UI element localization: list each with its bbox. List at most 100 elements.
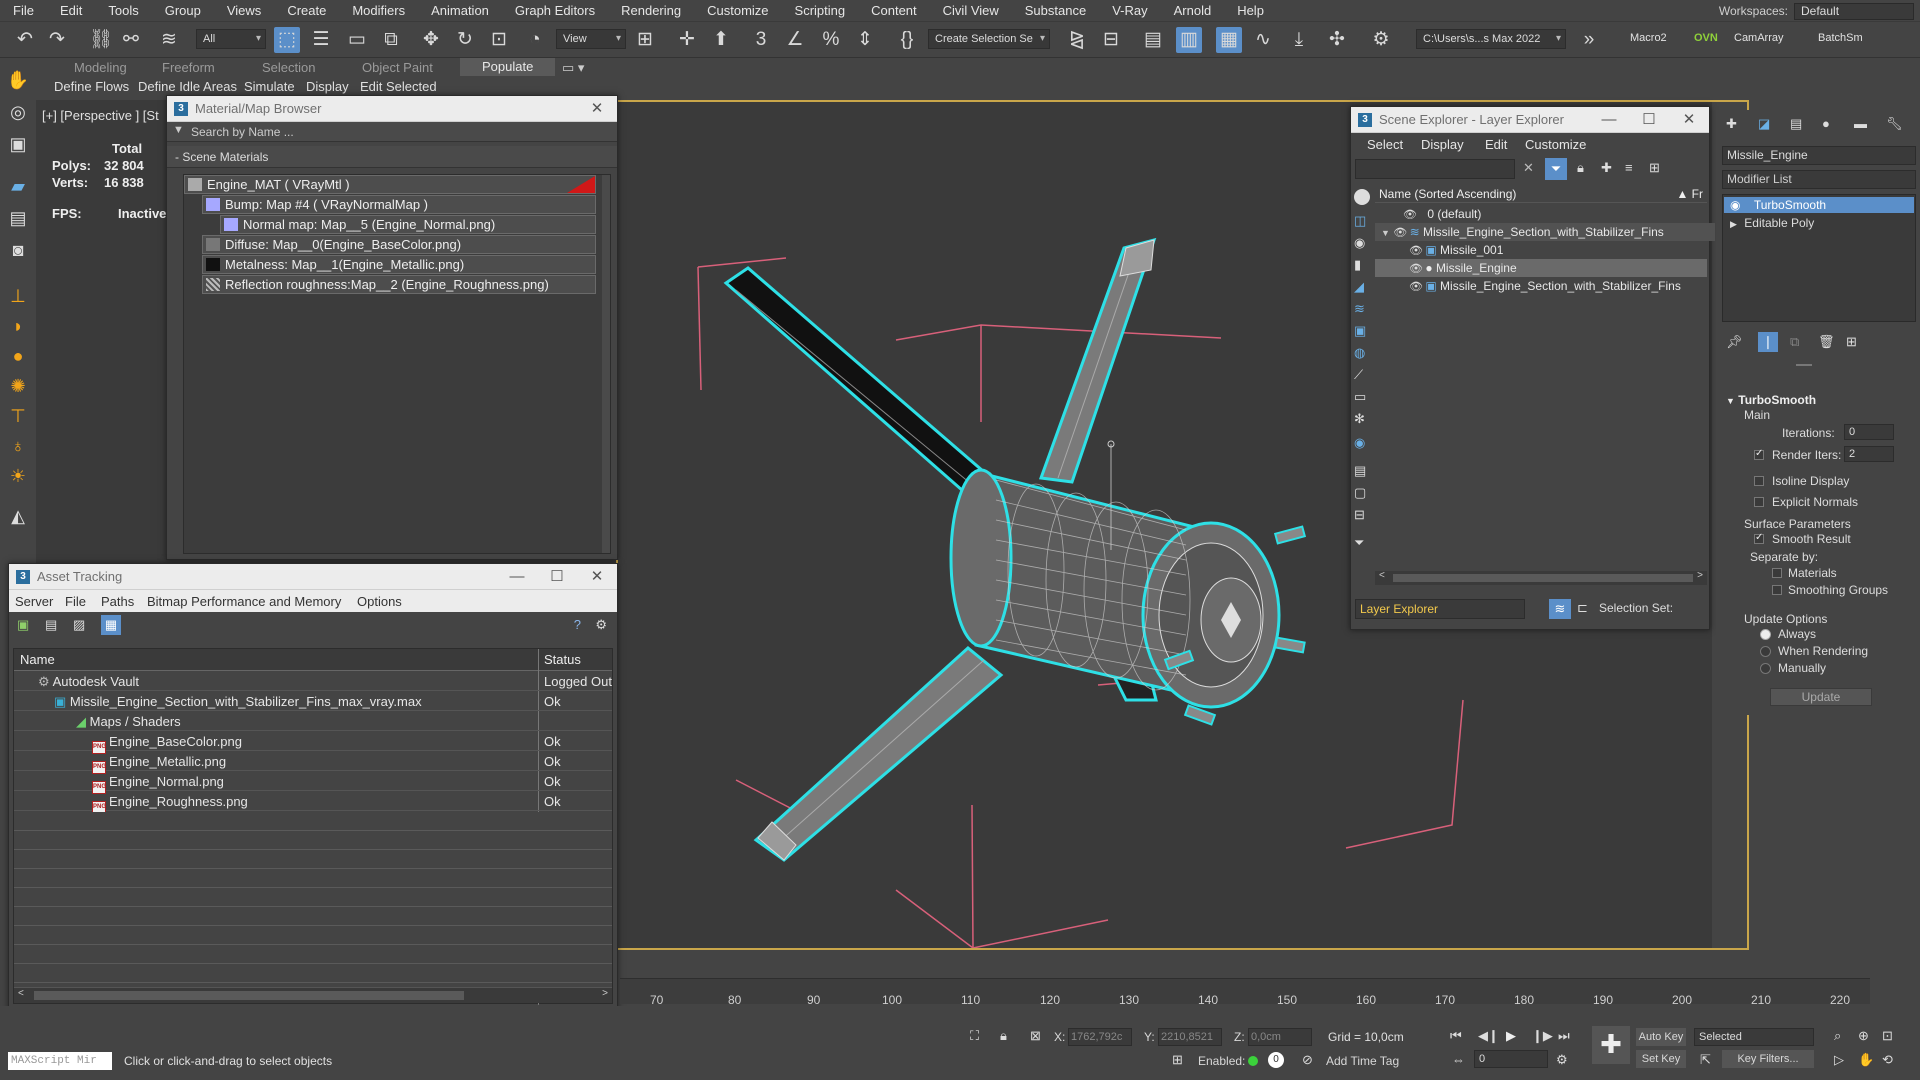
shapes-filter-icon[interactable]: ◫	[1354, 213, 1366, 229]
menu-views[interactable]: Views	[214, 3, 274, 18]
isolate-selection-icon[interactable]: ⛶	[970, 1028, 979, 1044]
mirror-icon[interactable]: ⧎	[1064, 27, 1090, 53]
close-icon[interactable]: ✕	[1669, 107, 1709, 133]
display-all-filter-icon[interactable]: ◉	[1354, 435, 1365, 451]
menu-vray[interactable]: V-Ray	[1099, 3, 1160, 18]
next-frame-icon[interactable]: ❙▶	[1532, 1028, 1553, 1044]
scene-explorer-icon[interactable]: ▦	[1216, 27, 1242, 53]
reference-coord-dropdown[interactable]: View	[556, 29, 626, 49]
object-name-field[interactable]: Missile_Engine	[1722, 146, 1916, 165]
redo-icon[interactable]: ↷	[44, 27, 70, 53]
camera-icon[interactable]: ◙	[6, 238, 30, 262]
project-path-dropdown[interactable]: C:\Users\s...s Max 2022	[1416, 29, 1566, 49]
menu-tools[interactable]: Tools	[95, 3, 151, 18]
material-row-engine-mat[interactable]: Engine_MAT ( VRayMtl )	[184, 175, 596, 194]
filter-funnel-icon[interactable]: ⏷	[1354, 535, 1364, 551]
at-menu-bitmap-performance[interactable]: Bitmap Performance and Memory	[147, 594, 341, 609]
configure-sets-icon[interactable]: ⊞	[1846, 334, 1857, 350]
display-button[interactable]: Display	[306, 79, 349, 94]
create-selection-set-dropdown[interactable]: Create Selection Se	[928, 29, 1050, 49]
material-tree-scrollbar[interactable]	[602, 175, 610, 553]
ribbon-tab-modeling[interactable]: Modeling	[74, 60, 127, 75]
table-row[interactable]: PNG Engine_Roughness.png Ok	[14, 792, 612, 814]
display-none-icon[interactable]: ▤	[1354, 463, 1366, 479]
hierarchy-toggle-icon[interactable]: ⊏	[1577, 600, 1588, 616]
refresh-icon[interactable]: ▣	[17, 617, 29, 633]
remove-modifier-icon[interactable]: 🗑︎	[1818, 334, 1835, 350]
bulb-icon[interactable]: ◉	[1724, 198, 1740, 212]
maximize-icon[interactable]: ☐	[537, 564, 577, 590]
absolute-mode-icon[interactable]: ⊠	[1030, 1028, 1041, 1044]
particles-filter-icon[interactable]: ✻	[1354, 411, 1365, 427]
place-icon[interactable]: ◔	[522, 27, 548, 53]
window-crossing-icon[interactable]: ⧉	[378, 27, 404, 53]
table-row[interactable]: ▣ Missile_Engine_Section_with_Stabilizer…	[14, 692, 612, 711]
at-menu-paths[interactable]: Paths	[101, 594, 134, 609]
at-menu-server[interactable]: Server	[15, 594, 53, 609]
pin-stack-icon[interactable]: 📌︎	[1726, 334, 1743, 350]
menu-modifiers[interactable]: Modifiers	[339, 3, 418, 18]
table-row[interactable]: ◢ Maps / Shaders	[14, 712, 612, 731]
menu-arnold[interactable]: Arnold	[1161, 3, 1225, 18]
when-rendering-radio[interactable]	[1760, 646, 1771, 657]
panel-divider[interactable]	[1796, 364, 1812, 366]
smoothing-groups-checkbox[interactable]	[1772, 585, 1782, 595]
save-flow-icon[interactable]: ▣	[6, 132, 30, 156]
go-to-end-icon[interactable]: ⏭	[1558, 1028, 1570, 1044]
list-view-icon[interactable]: ▤	[45, 617, 57, 633]
groups-filter-icon[interactable]: ▣	[1354, 323, 1366, 339]
explorer-type-dropdown[interactable]: Layer Explorer	[1355, 599, 1525, 619]
set-key-button[interactable]: Set Key	[1636, 1050, 1686, 1068]
close-icon[interactable]: ✕	[577, 564, 617, 590]
define-flows-button[interactable]: Define Flows	[54, 79, 129, 94]
containers-filter-icon[interactable]: ▭	[1354, 389, 1366, 405]
scene-materials-group[interactable]: - Scene Materials	[175, 150, 268, 164]
percent-snap-icon[interactable]: %	[818, 27, 844, 53]
helpers-filter-icon[interactable]: ◢	[1354, 279, 1364, 295]
auto-key-button[interactable]: Auto Key	[1636, 1028, 1686, 1046]
adaptive-degradation-icon[interactable]: ⊞	[1172, 1052, 1183, 1068]
always-radio[interactable]	[1760, 629, 1771, 640]
material-row-roughness[interactable]: Reflection roughness:Map__2 (Engine_Roug…	[202, 275, 596, 294]
turbosmooth-rollout[interactable]: ▼ TurboSmooth	[1726, 393, 1816, 407]
layer-row-default[interactable]: 👁︎ 0 (default)	[1375, 205, 1715, 223]
iterations-spinner[interactable]: 0	[1844, 424, 1894, 440]
object-row-missile-section[interactable]: 👁︎ ▣ Missile_Engine_Section_with_Stabili…	[1375, 277, 1715, 295]
time-config-icon[interactable]: ⚙	[1556, 1052, 1568, 1068]
make-unique-icon[interactable]: ⧉	[1790, 334, 1799, 350]
col-name[interactable]: Name	[20, 649, 55, 671]
geometry-filter-icon[interactable]	[1354, 189, 1370, 205]
layers-icon[interactable]: ≡	[1625, 160, 1633, 175]
menu-edit[interactable]: Edit	[47, 3, 95, 18]
stack-item-editable-poly[interactable]: ▶ Editable Poly	[1724, 215, 1914, 231]
menu-create[interactable]: Create	[274, 3, 339, 18]
keyboard-shortcut-icon[interactable]: ⬆	[708, 27, 734, 53]
menu-substance[interactable]: Substance	[1012, 3, 1099, 18]
show-end-result-icon[interactable]: ❘	[1758, 332, 1778, 352]
material-editor-icon[interactable]: ✣	[1324, 27, 1350, 53]
link-icon[interactable]: ⛓	[88, 27, 114, 53]
help-icon[interactable]: ?	[574, 617, 581, 632]
expand-arrow-icon[interactable]: ▶	[1724, 219, 1737, 229]
spacewarps-filter-icon[interactable]: ≋	[1354, 301, 1365, 317]
settings-icon[interactable]: ⚙	[595, 617, 607, 633]
menu-rendering[interactable]: Rendering	[608, 3, 694, 18]
camarray-button[interactable]: CamArray	[1734, 32, 1784, 44]
set-key-big-icon[interactable]: ✚	[1592, 1026, 1630, 1064]
maximize-icon[interactable]: ☐	[1629, 107, 1669, 133]
zoom-all-icon[interactable]: ⊕	[1858, 1028, 1869, 1044]
render-iters-spinner[interactable]: 2	[1844, 446, 1894, 462]
hierarchy-tab-icon[interactable]: ▤	[1790, 116, 1802, 132]
minimize-icon[interactable]: —	[1589, 107, 1629, 133]
eye-icon[interactable]: 👁︎	[1393, 224, 1407, 242]
material-row-bump[interactable]: Bump: Map #4 ( VRayNormalMap )	[202, 195, 596, 214]
scroll-thumb[interactable]	[1393, 574, 1693, 582]
play-icon[interactable]: ▶	[1506, 1028, 1516, 1044]
eye-icon[interactable]: 👁︎	[1409, 260, 1423, 278]
rotate-icon[interactable]: ↻	[452, 27, 478, 53]
key-filter-icon[interactable]: ⇱	[1700, 1052, 1711, 1068]
cameras-filter-icon[interactable]: ▮	[1354, 257, 1361, 273]
clear-search-icon[interactable]: ✕	[1523, 160, 1534, 176]
sync-selection-icon[interactable]: ⊟	[1354, 507, 1365, 523]
x-coordinate-field[interactable]: 1762,792c	[1068, 1028, 1132, 1046]
